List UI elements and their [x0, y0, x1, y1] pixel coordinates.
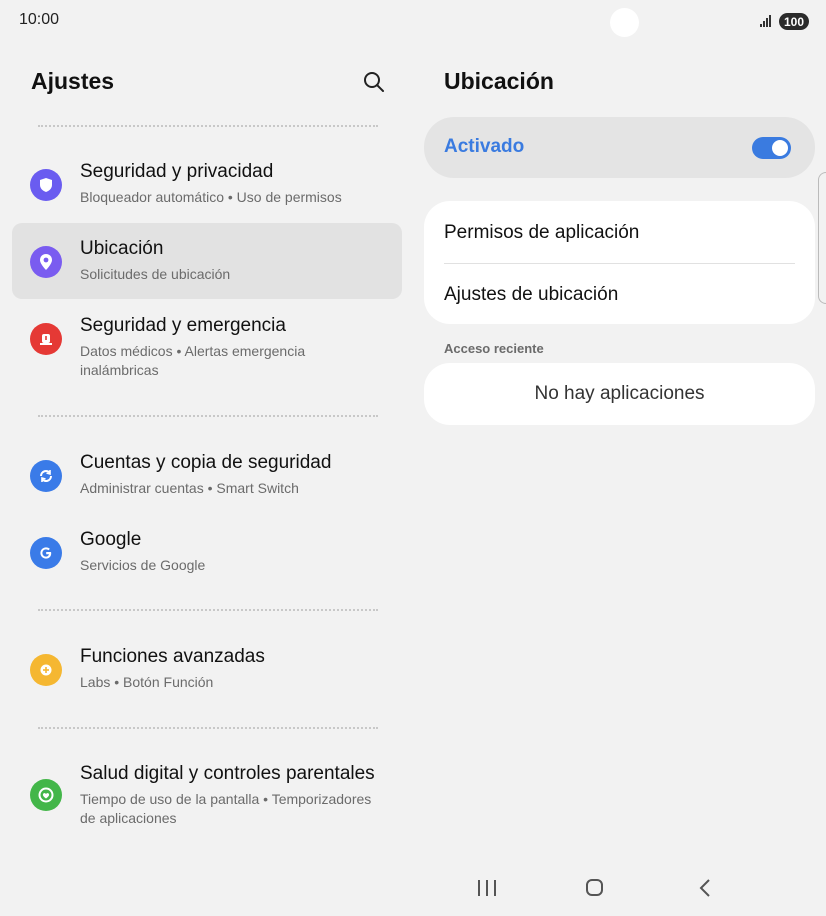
- settings-item-google[interactable]: Google Servicios de Google: [12, 514, 402, 590]
- item-subtitle: Administrar cuentas • Smart Switch: [80, 480, 299, 496]
- item-subtitle: Bloqueador automático • Uso de permisos: [80, 189, 342, 205]
- sync-icon: [30, 460, 62, 492]
- location-master-switch[interactable]: Activado: [424, 117, 815, 178]
- item-subtitle: Tiempo de uso de la pantalla • Temporiza…: [80, 791, 372, 826]
- item-title: Salud digital y controles parentales: [80, 763, 375, 784]
- status-time: 10:00: [19, 11, 60, 28]
- recents-button[interactable]: [478, 880, 496, 896]
- back-icon: [699, 879, 710, 897]
- item-subtitle: Labs • Botón Función: [80, 674, 214, 690]
- divider: [38, 727, 378, 729]
- item-title: Funciones avanzadas: [80, 646, 265, 667]
- shield-icon: [30, 169, 62, 201]
- battery-icon: 100: [779, 13, 809, 30]
- toggle-switch[interactable]: [752, 137, 791, 159]
- item-subtitle: Solicitudes de ubicación: [80, 266, 231, 282]
- item-title: Seguridad y emergencia: [80, 315, 286, 336]
- location-options-card: Permisos de aplicación Ajustes de ubicac…: [424, 201, 815, 324]
- recent-access-label: Acceso reciente: [444, 341, 544, 356]
- back-button[interactable]: [698, 878, 712, 898]
- signal-icon: [760, 15, 774, 27]
- settings-item-digital-wellbeing[interactable]: Salud digital y controles parentales Tie…: [12, 748, 402, 834]
- app-permissions-item[interactable]: Permisos de aplicación: [444, 222, 639, 244]
- divider: [38, 609, 378, 611]
- settings-title: Ajustes: [31, 68, 115, 94]
- recent-access-card: No hay aplicaciones: [424, 363, 815, 425]
- item-title: Ubicación: [80, 238, 164, 259]
- edge-panel-handle[interactable]: [818, 172, 826, 304]
- location-settings-item[interactable]: Ajustes de ubicación: [444, 284, 618, 306]
- home-button[interactable]: [586, 879, 603, 896]
- settings-item-safety-emergency[interactable]: Seguridad y emergencia Datos médicos • A…: [12, 300, 402, 378]
- settings-item-advanced-features[interactable]: Funciones avanzadas Labs • Botón Función: [12, 631, 402, 707]
- location-pin-icon: [30, 246, 62, 278]
- camera-cutout: [610, 8, 639, 37]
- item-title: Seguridad y privacidad: [80, 161, 274, 182]
- page-title: Ubicación: [444, 68, 554, 94]
- empty-state-text: No hay aplicaciones: [534, 383, 705, 404]
- switch-label: Activado: [444, 136, 525, 157]
- item-title: Cuentas y copia de seguridad: [80, 452, 332, 473]
- item-subtitle: Servicios de Google: [80, 557, 206, 573]
- settings-item-location[interactable]: Ubicación Solicitudes de ubicación: [12, 223, 402, 299]
- item-subtitle: Datos médicos • Alertas emergencia inalá…: [80, 343, 306, 378]
- google-icon: [30, 537, 62, 569]
- emergency-icon: [30, 323, 62, 355]
- gear-plus-icon: [30, 654, 62, 686]
- divider: [38, 125, 378, 127]
- search-button[interactable]: [360, 68, 388, 96]
- toggle-knob: [772, 140, 788, 156]
- divider: [38, 415, 378, 417]
- item-title: Google: [80, 529, 142, 550]
- settings-item-accounts-backup[interactable]: Cuentas y copia de seguridad Administrar…: [12, 437, 402, 513]
- search-icon: [364, 72, 384, 92]
- digital-wellbeing-icon: [30, 779, 62, 811]
- divider: [444, 263, 795, 264]
- settings-item-security-privacy[interactable]: Seguridad y privacidad Bloqueador automá…: [12, 146, 402, 222]
